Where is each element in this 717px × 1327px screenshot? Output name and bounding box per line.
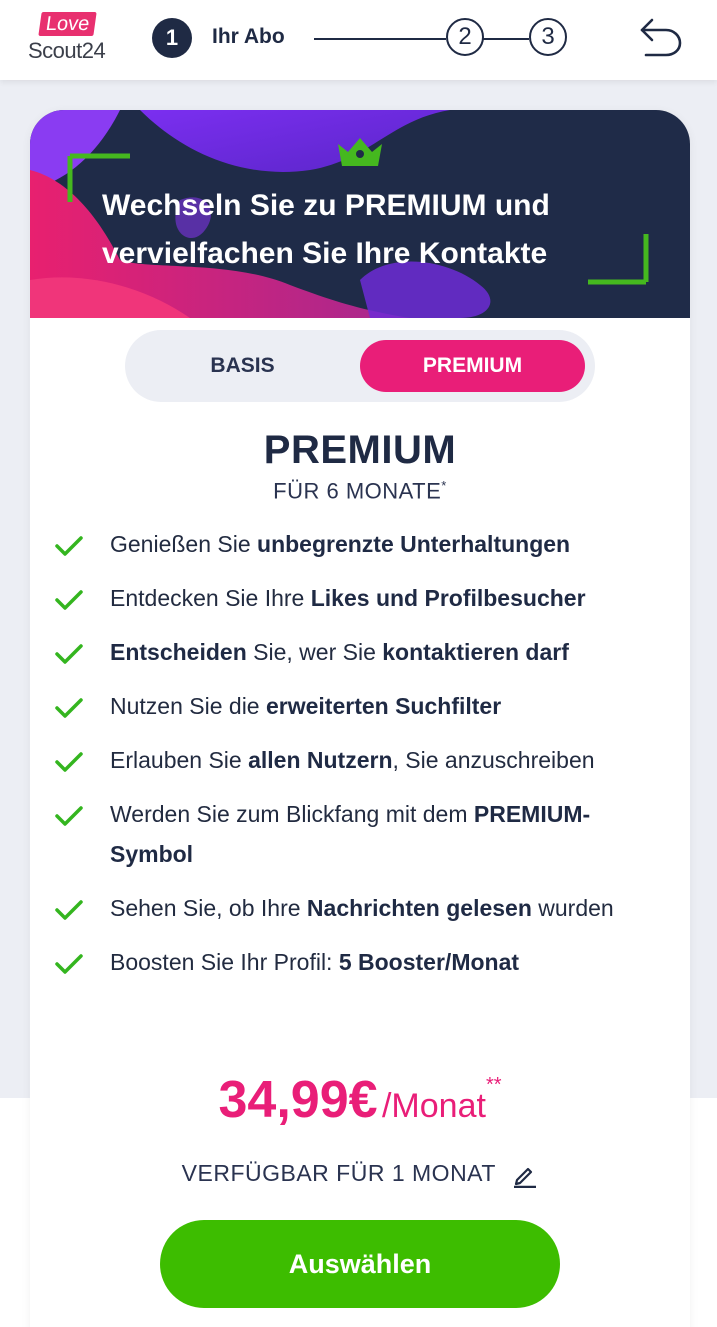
tab-premium[interactable]: PREMIUM (360, 340, 585, 392)
feature-text: Erlauben Sie allen Nutzern, Sie anzuschr… (110, 740, 672, 780)
feature-text: Genießen Sie unbegrenzte Unterhaltungen (110, 524, 672, 564)
promo-banner: Wechseln Sie zu PREMIUM und vervielfache… (30, 110, 690, 318)
plan-toggle: BASIS PREMIUM (125, 330, 595, 402)
feature-text: Werden Sie zum Blickfang mit dem PREMIUM… (110, 794, 672, 874)
feature-text-bold: kontaktieren darf (382, 639, 569, 665)
checkmark-icon (55, 806, 83, 826)
checkmark-icon (55, 536, 83, 556)
step-connector (314, 38, 446, 40)
checkmark-icon (55, 954, 83, 974)
lovescout24-logo[interactable]: Love Scout24 (28, 12, 118, 64)
checkmark-icon (55, 590, 83, 610)
feature-item: Werden Sie zum Blickfang mit dem PREMIUM… (52, 794, 672, 874)
feature-item: Nutzen Sie die erweiterten Suchfilter (52, 686, 672, 726)
feature-text-part: Entdecken Sie Ihre (110, 585, 311, 611)
feature-text: Entscheiden Sie, wer Sie kontaktieren da… (110, 632, 672, 672)
feature-text: Boosten Sie Ihr Profil: 5 Booster/Monat (110, 942, 672, 982)
feature-text-part: wurden (531, 895, 614, 921)
feature-text: Entdecken Sie Ihre Likes und Profilbesuc… (110, 578, 672, 618)
feature-item: Entdecken Sie Ihre Likes und Profilbesuc… (52, 578, 672, 618)
feature-list: Genießen Sie unbegrenzte Unterhaltungen E… (52, 524, 672, 996)
plan-title: PREMIUM (263, 428, 457, 472)
headline-line-2: vervielfachen Sie Ihre Kontakte (102, 237, 548, 270)
banner-headline: Wechseln Sie zu PREMIUM und vervielfache… (102, 182, 662, 278)
step-3-indicator: 3 (529, 18, 567, 56)
feature-text: Nutzen Sie die erweiterten Suchfilter (110, 686, 672, 726)
checkmark-icon (55, 698, 83, 718)
feature-text-bold: Entscheiden (110, 639, 247, 665)
logo-scout-text: Scout24 (28, 38, 106, 63)
pencil-edit-icon[interactable] (512, 1162, 538, 1188)
feature-item: Sehen Sie, ob Ihre Nachrichten gelesen w… (52, 888, 672, 928)
feature-text-part: Erlauben Sie (110, 747, 249, 773)
tab-basis[interactable]: BASIS (125, 330, 360, 402)
subscription-card: Wechseln Sie zu PREMIUM und vervielfache… (30, 110, 690, 1327)
feature-text-part: Sehen Sie, ob Ihre (110, 895, 307, 921)
feature-text-part: Werden Sie zum Blickfang mit dem (110, 801, 474, 827)
step-2-indicator: 2 (446, 18, 484, 56)
price-footnote-marker: ** (485, 1074, 502, 1096)
feature-text-bold: erweiterten Suchfilter (265, 693, 502, 719)
feature-text-part: Genießen Sie (110, 531, 258, 557)
feature-item: Genießen Sie unbegrenzte Unterhaltungen (52, 524, 672, 564)
back-arrow-icon (640, 18, 682, 57)
feature-item: Erlauben Sie allen Nutzern, Sie anzuschr… (52, 740, 672, 780)
price-display: 34,99€ /Monat** (30, 1070, 690, 1130)
step-1-indicator: 1 (152, 18, 192, 58)
feature-text-part: , Sie anzuschreiben (392, 747, 595, 773)
step-connector (483, 38, 529, 40)
feature-text-part: Sie, wer Sie (246, 639, 383, 665)
feature-text-bold: Likes und Profilbesucher (310, 585, 586, 611)
logo-love-text: Love (38, 12, 98, 36)
feature-text-part: Nutzen Sie die (110, 693, 266, 719)
select-plan-button[interactable]: Auswählen (160, 1220, 560, 1308)
checkmark-icon (55, 752, 83, 772)
feature-text-bold: Nachrichten gelesen (306, 895, 532, 921)
back-button[interactable] (636, 14, 684, 60)
top-header: Love Scout24 1 Ihr Abo 2 3 (0, 0, 717, 80)
feature-item: Entscheiden Sie, wer Sie kontaktieren da… (52, 632, 672, 672)
feature-text-part: Boosten Sie Ihr Profil: (110, 949, 339, 975)
crown-icon (338, 138, 382, 166)
plan-duration-text: FÜR 6 MONATE (273, 478, 442, 504)
headline-line-1: Wechseln Sie zu PREMIUM und (102, 189, 550, 222)
feature-text-bold: unbegrenzte Unterhaltungen (257, 531, 571, 557)
checkmark-icon (55, 644, 83, 664)
plan-duration: FÜR 6 MONATE* (30, 478, 690, 504)
feature-text: Sehen Sie, ob Ihre Nachrichten gelesen w… (110, 888, 672, 928)
footnote-marker: * (441, 478, 447, 493)
availability-text: VERFÜGBAR FÜR 1 MONAT (181, 1160, 496, 1186)
feature-item: Boosten Sie Ihr Profil: 5 Booster/Monat (52, 942, 672, 982)
step-1-label: Ihr Abo (212, 25, 285, 48)
checkmark-icon (55, 900, 83, 920)
price-amount: 34,99€ (218, 1071, 378, 1129)
feature-text-bold: allen Nutzern (248, 747, 393, 773)
availability-row: VERFÜGBAR FÜR 1 MONAT (30, 1160, 690, 1188)
price-period: /Monat (381, 1087, 486, 1125)
feature-text-bold: 5 Booster/Monat (338, 949, 520, 975)
